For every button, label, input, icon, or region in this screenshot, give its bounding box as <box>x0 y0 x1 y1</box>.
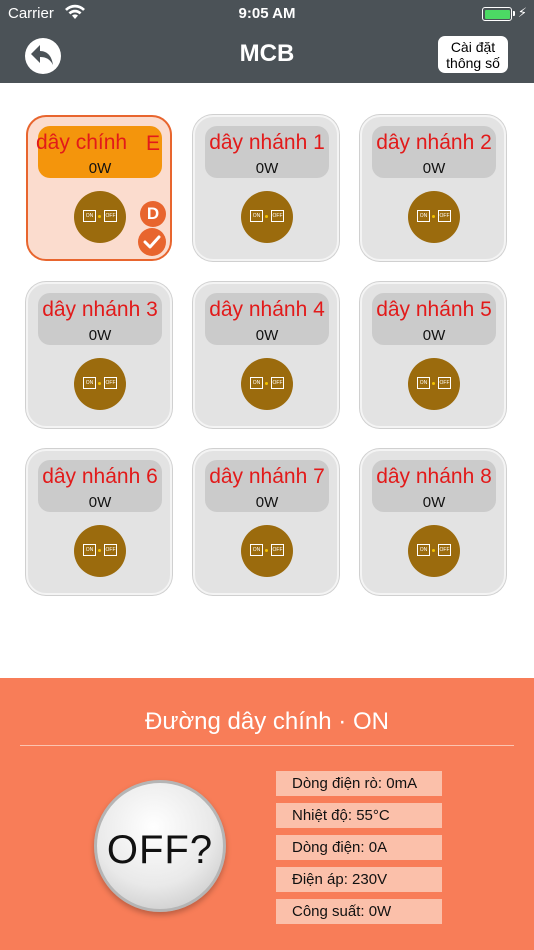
nav-bar: MCB Cài đặt thông số <box>0 28 534 83</box>
control-panel: Đường dây chính · ON OFF? Dòng điện rò: … <box>0 678 534 950</box>
switch-off-label: OFF <box>271 544 284 556</box>
settings-button[interactable]: Cài đặt thông số <box>438 36 508 73</box>
tile-header: dây nhánh 7 0W <box>205 460 329 512</box>
reading-voltage: Điện áp: 230V <box>276 867 442 892</box>
tile-header: dây nhánh 3 0W <box>38 293 162 345</box>
tile-header: dây nhánh 1 0W <box>205 126 329 178</box>
tile-power: 0W <box>88 327 112 344</box>
settings-label-line2: thông số <box>446 55 500 71</box>
switch-off-label: OFF <box>104 377 117 389</box>
tile-header: dây nhánh 4 0W <box>205 293 329 345</box>
reading-temperature: Nhiệt độ: 55°C <box>276 803 442 828</box>
breaker-switch-icon[interactable]: ON OFF <box>74 358 126 410</box>
switch-indicator-dot <box>98 382 101 385</box>
tile-header: dây chính 0W <box>36 126 162 178</box>
tile-power: 0W <box>422 327 446 344</box>
circuit-tile-5[interactable]: dây nhánh 5 0W ON OFF <box>360 282 506 428</box>
breaker-switch-icon[interactable]: ON OFF <box>408 191 460 243</box>
switch-off-label: OFF <box>104 210 117 222</box>
reading-current: Dòng điện: 0A <box>276 835 442 860</box>
switch-indicator-dot <box>432 215 435 218</box>
breaker-switch-icon[interactable]: ON OFF <box>408 525 460 577</box>
switch-on-label: ON <box>250 544 263 556</box>
status-bar: Carrier 9:05 AM ⚡ <box>0 0 534 28</box>
tile-name: dây nhánh 6 <box>42 465 158 488</box>
tile-power: 0W <box>88 494 112 511</box>
tile-name: dây nhánh 8 <box>376 465 492 488</box>
breaker-switch-icon[interactable]: ON OFF <box>241 191 293 243</box>
breaker-switch-icon[interactable]: ON OFF <box>74 525 126 577</box>
switch-indicator-dot <box>265 549 268 552</box>
breaker-switch-icon[interactable]: ON OFF <box>241 525 293 577</box>
switch-indicator-dot <box>98 549 101 552</box>
off-toggle-button[interactable]: OFF? <box>94 780 226 912</box>
breaker-switch-icon[interactable]: ON OFF <box>241 358 293 410</box>
switch-off-label: OFF <box>438 544 451 556</box>
circuit-grid: dây chính 0W ON OFF E Ddây nhánh 1 0W ON OFF dây … <box>0 83 534 678</box>
tile-power: 0W <box>422 494 446 511</box>
circuit-tile-6[interactable]: dây nhánh 6 0W ON OFF <box>26 449 172 595</box>
tile-power: 0W <box>422 160 446 177</box>
breaker-switch-icon[interactable]: ON OFF <box>74 191 126 243</box>
switch-off-label: OFF <box>104 544 117 556</box>
d-badge-icon: D <box>140 201 166 227</box>
tile-name: dây nhánh 7 <box>209 465 325 488</box>
switch-on-label: ON <box>83 544 96 556</box>
tile-name: dây nhánh 2 <box>376 131 492 154</box>
switch-off-label: OFF <box>438 210 451 222</box>
switch-off-label: OFF <box>271 210 284 222</box>
circuit-tile-1[interactable]: dây nhánh 1 0W ON OFF <box>193 115 339 261</box>
tile-power: 0W <box>255 160 279 177</box>
tile-header: dây nhánh 2 0W <box>372 126 496 178</box>
switch-off-label: OFF <box>271 377 284 389</box>
line-status: Đường dây chính · ON <box>145 708 389 735</box>
switch-on-label: ON <box>250 210 263 222</box>
settings-label-line1: Cài đặt <box>450 39 496 55</box>
circuit-tile-8[interactable]: dây nhánh 8 0W ON OFF <box>360 449 506 595</box>
charging-bolt-icon: ⚡ <box>517 5 527 20</box>
tile-header: dây nhánh 8 0W <box>372 460 496 512</box>
switch-on-label: ON <box>83 377 96 389</box>
circuit-tile-0[interactable]: dây chính 0W ON OFF E D <box>26 115 172 261</box>
switch-indicator-dot <box>265 215 268 218</box>
switch-off-label: OFF <box>438 377 451 389</box>
tile-header: dây nhánh 6 0W <box>38 460 162 512</box>
switch-on-label: ON <box>417 210 430 222</box>
tile-power: 0W <box>255 327 279 344</box>
switch-indicator-dot <box>432 549 435 552</box>
breaker-switch-icon[interactable]: ON OFF <box>408 358 460 410</box>
tile-power: 0W <box>88 160 112 177</box>
switch-indicator-dot <box>265 382 268 385</box>
clock: 9:05 AM <box>238 5 296 22</box>
off-button-label: OFF? <box>106 828 214 872</box>
switch-indicator-dot <box>432 382 435 385</box>
circuit-tile-3[interactable]: dây nhánh 3 0W ON OFF <box>26 282 172 428</box>
reading-leakage-current: Dòng điện rò: 0mA <box>276 771 442 796</box>
circuit-tile-7[interactable]: dây nhánh 7 0W ON OFF <box>193 449 339 595</box>
tile-name: dây nhánh 1 <box>209 131 325 154</box>
battery-icon <box>482 7 515 21</box>
divider <box>20 745 514 746</box>
tile-header: dây nhánh 5 0W <box>372 293 496 345</box>
readings-list: Dòng điện rò: 0mA Nhiệt độ: 55°C Dòng đi… <box>276 771 442 931</box>
check-badge-icon <box>138 228 166 256</box>
tile-name: dây chính <box>36 131 128 154</box>
tile-name: dây nhánh 4 <box>209 298 325 321</box>
switch-indicator-dot <box>98 215 101 218</box>
switch-on-label: ON <box>417 544 430 556</box>
circuit-tile-4[interactable]: dây nhánh 4 0W ON OFF <box>193 282 339 428</box>
tile-name: dây nhánh 3 <box>42 298 158 321</box>
tile-name: dây nhánh 5 <box>376 298 492 321</box>
reading-power: Công suất: 0W <box>276 899 442 924</box>
switch-on-label: ON <box>250 377 263 389</box>
switch-on-label: ON <box>83 210 96 222</box>
tile-edge-letter: E <box>145 132 160 155</box>
circuit-tile-2[interactable]: dây nhánh 2 0W ON OFF <box>360 115 506 261</box>
tile-power: 0W <box>255 494 279 511</box>
switch-on-label: ON <box>417 377 430 389</box>
